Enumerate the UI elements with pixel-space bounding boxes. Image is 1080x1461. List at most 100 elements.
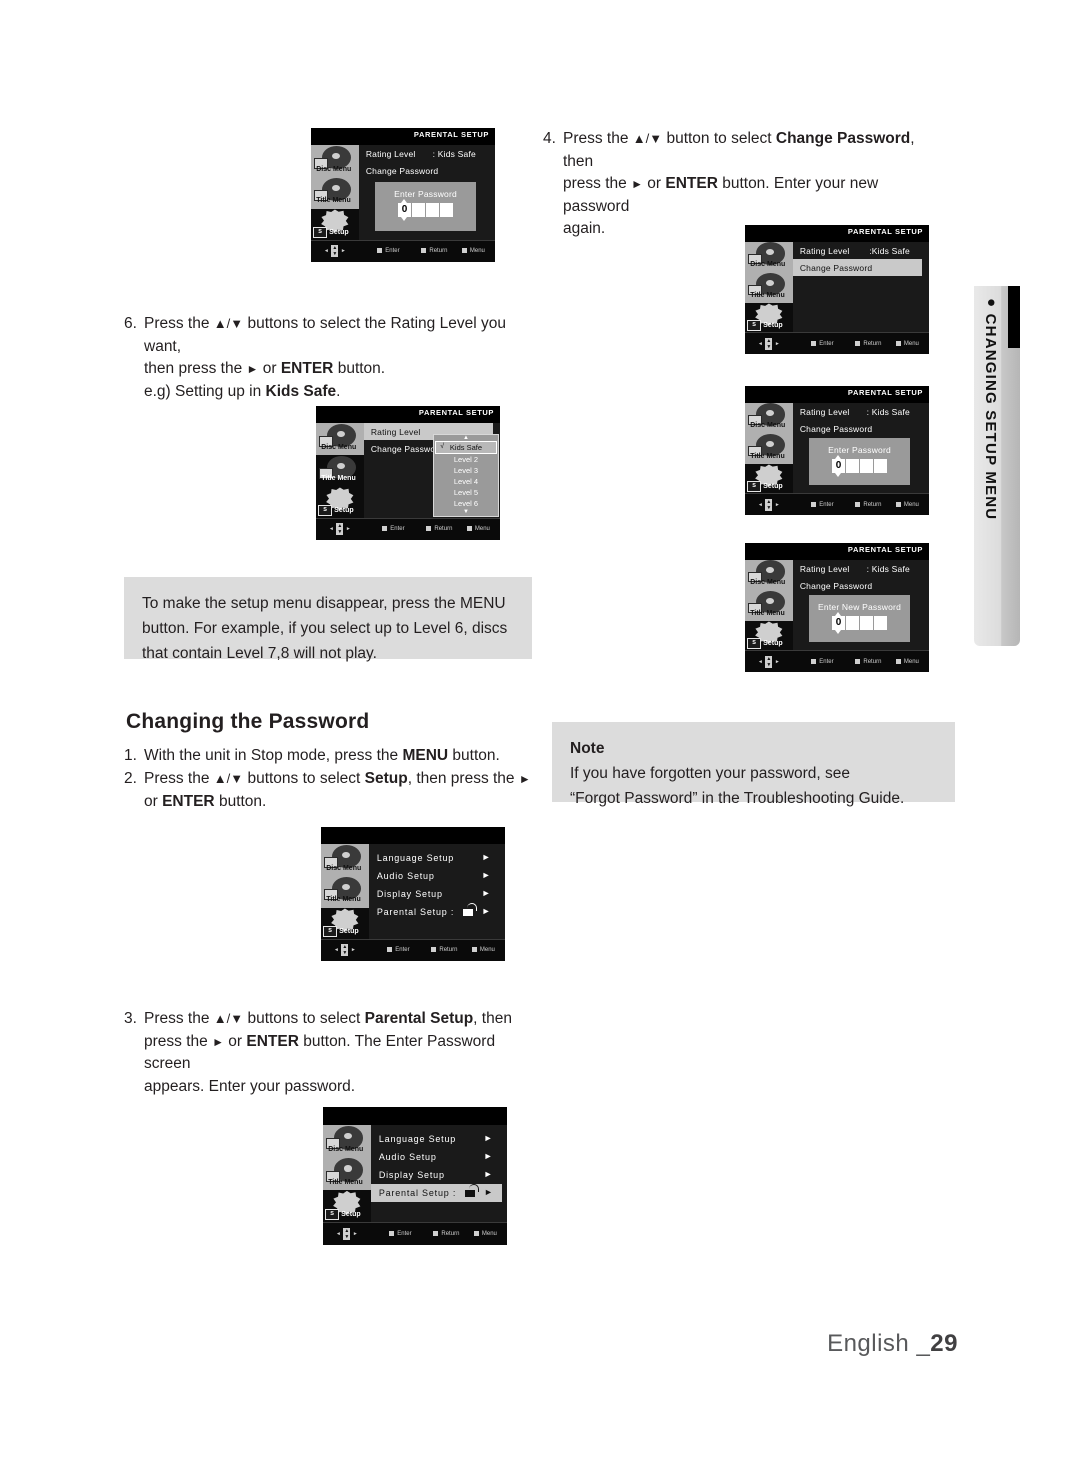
osd-row-change-password[interactable]: Change Password [359,162,495,179]
osd-button-setup[interactable]: S Setup [745,463,793,495]
key-icon [431,947,437,953]
osd-rating-level-label: Rating Level [799,563,850,574]
chevron-right-icon: ► [483,1150,494,1161]
osd-row-rating-level[interactable]: Rating Level : Kids Safe [793,403,929,420]
osd-button-title-menu[interactable]: Title Menu [745,272,793,303]
osd-hint-enter: Enter [387,947,410,953]
step-6-line2-c: button. [333,360,386,377]
osd-hint-enter: Enter [811,340,834,347]
step-2-number: 2. [124,770,137,787]
menu-row-parental-setup[interactable]: Parental Setup : ► [369,903,505,921]
osd-row-change-password[interactable]: Change Password [793,420,929,437]
password-cell-2[interactable] [846,458,860,473]
dropdown-item-level-5[interactable]: Level 5 [434,487,497,498]
step-3-line1-b: buttons to select [243,1010,365,1027]
menu-row-display-setup[interactable]: Display Setup ► [369,885,505,903]
up-down-pad-icon: ▲ ▼ [765,498,773,511]
menu-row-language-setup[interactable]: Language Setup ► [371,1130,507,1148]
osd-row-rating-level[interactable]: Rating Level : Kids Safe [793,560,929,577]
osd-button-setup-label: Setup [763,483,783,491]
osd-button-disc-menu[interactable]: Disc Menu [745,559,793,591]
right-arrow-icon: ► [345,526,351,533]
updown-arrow-icon: ▲/▼ [213,316,244,331]
osd-button-title-menu[interactable]: Title Menu [323,1157,371,1191]
password-cell-3[interactable] [860,615,874,630]
menu-row-audio-setup[interactable]: Audio Setup ► [369,867,505,885]
osd-hint-menu-label: Menu [903,340,919,347]
osd-button-disc-menu[interactable]: Disc Menu [323,1124,371,1158]
osd-row-change-password[interactable]: Change Password [793,577,929,594]
osd-button-setup[interactable]: S Setup [321,907,369,940]
scroll-down-icon[interactable]: ▼ [434,509,497,515]
osd-button-title-menu[interactable]: Title Menu [321,876,369,908]
osd-button-title-menu[interactable]: Title Menu [311,177,359,209]
osd-button-title-menu-label: Title Menu [750,452,785,460]
osd-side-buttons: Disc Menu Title Menu S Setup [745,559,793,652]
password-cell-1[interactable]: 0 [832,611,846,634]
osd-bottom-bar: ◄ ▲ ▼ ► Enter Return Menu [745,650,929,672]
right-arrow-icon: ► [340,248,346,255]
password-cell-1[interactable]: 0 [398,198,412,221]
dropdown-item-kids-safe[interactable]: √ Kids Safe [435,440,497,454]
step-3-line1-a: Press the [144,1010,214,1027]
setup-badge-icon: S [317,504,333,516]
rating-level-dropdown[interactable]: ▲ √ Kids Safe Level 2 Level 3 Level 4 Le… [433,433,499,517]
menu-row-audio-setup[interactable]: Audio Setup ► [371,1148,507,1166]
osd-title [323,1107,507,1125]
osd-button-title-menu[interactable]: Title Menu [745,433,793,464]
password-cell-1[interactable]: 0 [832,454,846,477]
menu-row-parental-setup[interactable]: Parental Setup : ► [370,1183,502,1202]
key-icon [433,1230,439,1236]
password-cell-2[interactable] [846,615,860,630]
password-cell-4[interactable] [874,458,888,473]
osd-button-title-menu[interactable]: Title Menu [745,590,793,621]
osd-button-setup[interactable]: S Setup [316,486,364,519]
osd-button-setup[interactable]: S Setup [745,302,793,334]
osd-button-disc-menu[interactable]: Disc Menu [745,402,793,434]
osd-hint-return-label: Return [439,947,458,954]
chevron-right-icon: ► [483,1168,494,1179]
osd-button-title-menu-label: Title Menu [750,291,785,299]
osd-button-setup[interactable]: S Setup [745,620,793,652]
dropdown-item-level-2[interactable]: Level 2 [434,454,497,465]
osd-password-cells[interactable]: 0 [809,611,910,634]
dropdown-item-level-4[interactable]: Level 4 [434,476,497,487]
dropdown-item-level-3[interactable]: Level 3 [434,465,497,476]
up-down-pad-icon: ▲ ▼ [765,337,773,350]
key-icon [471,947,477,953]
right-arrow-icon: ► [774,340,780,347]
osd-button-disc-menu[interactable]: Disc Menu [745,241,793,273]
osd-password-cells[interactable]: 0 [375,198,476,221]
updown-arrow-icon: ▲/▼ [632,131,663,146]
osd-button-title-menu-label: Title Menu [750,609,785,617]
password-cell-2[interactable] [412,202,426,217]
osd-button-disc-menu-label: Disc Menu [316,165,352,173]
osd-row-change-password[interactable]: Change Password [792,258,923,276]
password-cell-4[interactable] [440,202,454,217]
osd-screenshot-rating-dropdown: PARENTAL SETUP Disc Menu Title Menu S Se… [313,403,503,543]
password-cell-3[interactable] [426,202,440,217]
osd-button-disc-menu[interactable]: Disc Menu [311,145,359,178]
osd-button-setup[interactable]: S Setup [311,208,359,241]
step-3-line1-bold: Parental Setup [364,1010,474,1027]
menu-row-display-setup[interactable]: Display Setup ► [371,1166,507,1184]
osd-button-title-menu[interactable]: Title Menu [316,455,364,487]
osd-row-rating-level[interactable]: Rating Level :Kids Safe [793,242,929,259]
osd-button-disc-menu-label: Disc Menu [750,579,786,587]
osd-button-disc-menu[interactable]: Disc Menu [321,844,369,877]
osd-button-setup[interactable]: S Setup [323,1190,371,1223]
step-2-instruction: 2. Press the ▲/▼ buttons to select Setup… [124,768,549,813]
osd-row-rating-level[interactable]: Rating Level : Kids Safe [359,145,495,162]
osd-title: PARENTAL SETUP [311,128,495,146]
osd-rating-level-label: Rating Level [370,427,421,438]
dropdown-item-level-6[interactable]: Level 6 [434,498,497,509]
osd-button-disc-menu[interactable]: Disc Menu [316,423,364,456]
password-cell-3[interactable] [860,458,874,473]
step-6-instruction: 6. Press the ▲/▼ buttons to select the R… [124,313,544,403]
password-cell-4[interactable] [874,615,888,630]
right-arrow-icon: ► [774,501,780,508]
osd-password-cells[interactable]: 0 [809,454,910,477]
osd-button-title-menu-label: Title Menu [328,1178,363,1186]
step-6-line2-bold: ENTER [280,360,334,377]
menu-row-language-setup[interactable]: Language Setup ► [369,849,505,867]
